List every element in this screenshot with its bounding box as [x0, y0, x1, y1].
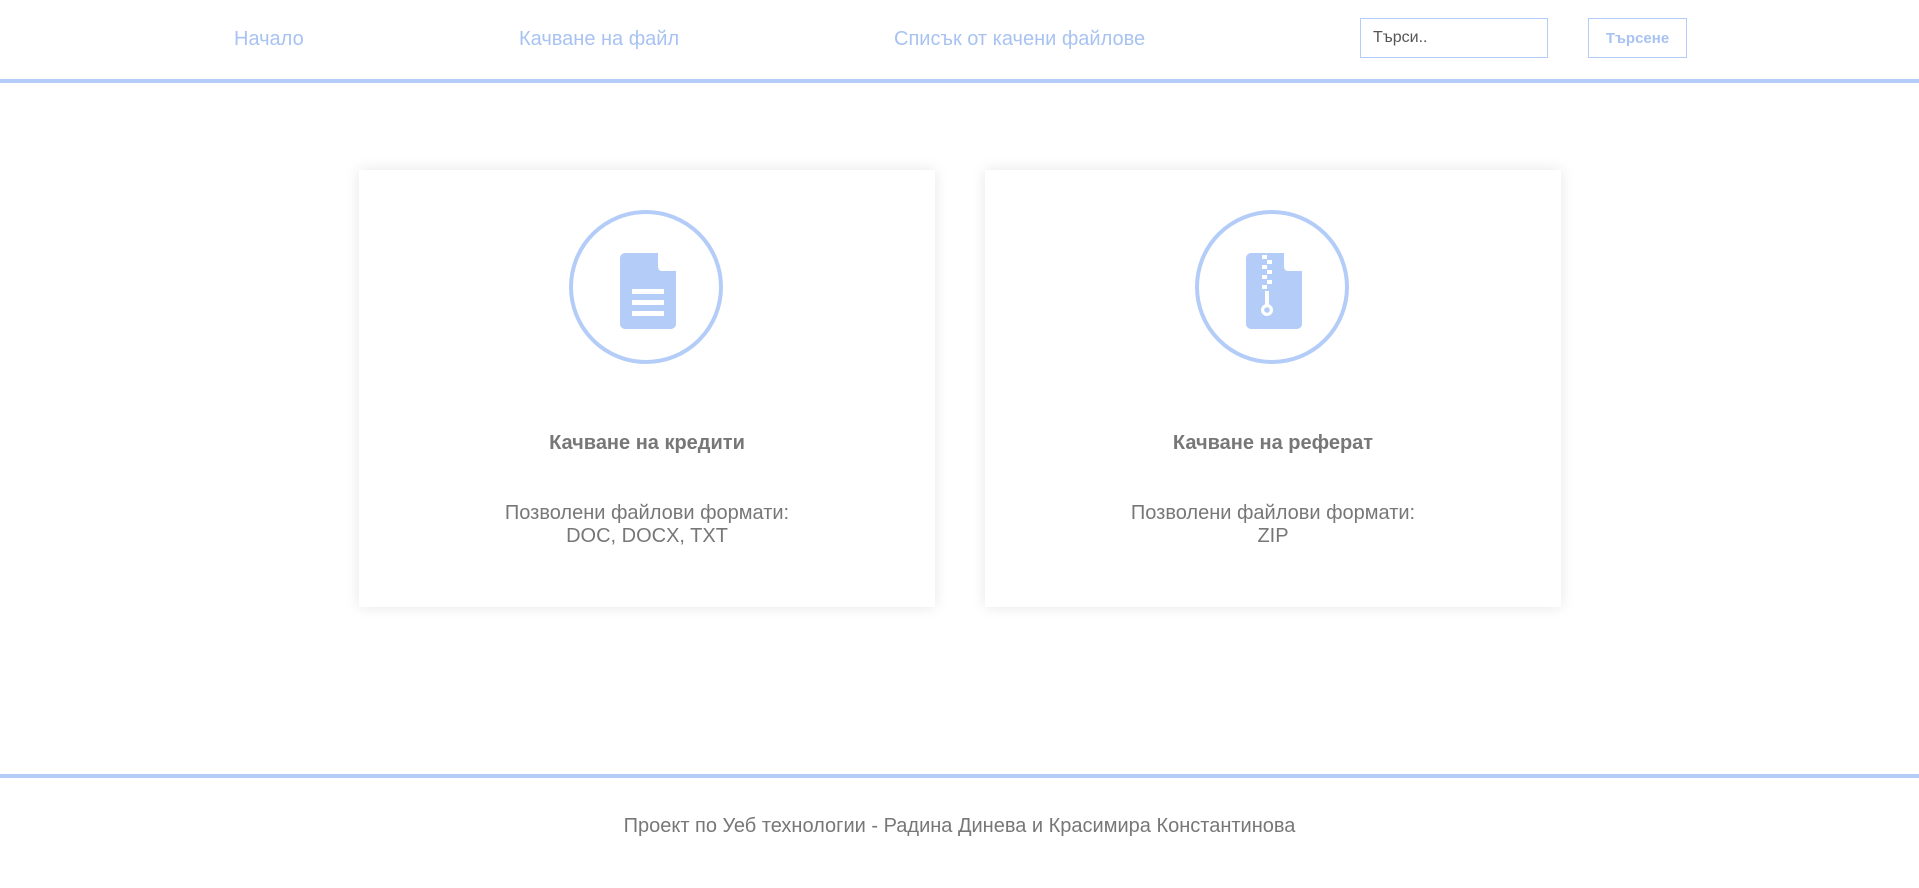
- upload-essay-card[interactable]: Качване на реферат Позволени файлови фор…: [985, 170, 1561, 607]
- search-input[interactable]: [1360, 18, 1548, 58]
- zip-file-icon: [1246, 253, 1302, 329]
- allowed-formats-label: Позволени файлови формати:: [504, 502, 790, 524]
- upload-credits-card[interactable]: Качване на кредити Позволени файлови фор…: [359, 170, 935, 607]
- document-icon: [620, 253, 676, 329]
- page: Начало Качване на файл Списък от качени …: [0, 0, 1919, 888]
- allowed-formats-label: Позволени файлови формати:: [1130, 502, 1416, 524]
- nav-link-upload-file[interactable]: Качване на файл: [519, 28, 679, 51]
- card-title: Качване на кредити: [549, 432, 745, 454]
- allowed-formats-list: DOC, DOCX, TXT: [566, 525, 728, 547]
- icon-circle: [569, 210, 723, 364]
- nav-link-uploaded-files-list[interactable]: Списък от качени файлове: [894, 28, 1145, 51]
- allowed-formats-list: ZIP: [1257, 525, 1289, 547]
- footer-credits: Проект по Уеб технологии - Радина Динева…: [623, 815, 1296, 837]
- icon-circle: [1195, 210, 1349, 364]
- search-button[interactable]: Търсене: [1588, 18, 1687, 58]
- top-navigation-bar: Начало Качване на файл Списък от качени …: [0, 0, 1919, 83]
- card-title: Качване на реферат: [1172, 432, 1374, 454]
- footer-divider: [0, 774, 1919, 778]
- nav-link-home[interactable]: Начало: [234, 28, 304, 51]
